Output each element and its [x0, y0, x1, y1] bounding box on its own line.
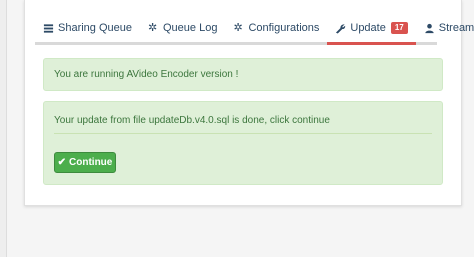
- tasks-icon: [43, 23, 54, 33]
- cog-icon: ✲: [148, 21, 158, 34]
- tab-configurations[interactable]: ✲ Configurations: [225, 14, 327, 42]
- cog-icon: ✲: [233, 21, 243, 34]
- continue-button-label: Continue: [69, 157, 113, 168]
- tab-label: Queue Log: [163, 22, 218, 34]
- wrench-icon: [336, 23, 346, 34]
- tab-bar: Sharing Queue ✲ Queue Log ✲ Configuratio…: [35, 14, 474, 45]
- version-alert: You are running AVideo Encoder version !: [43, 58, 443, 91]
- tab-label: Update: [350, 22, 386, 34]
- page: Sharing Queue ✲ Queue Log ✲ Configuratio…: [0, 0, 474, 257]
- update-alert-text: Your update from file updateDb.v4.0.sql …: [54, 115, 330, 126]
- update-alert: Your update from file updateDb.v4.0.sql …: [43, 101, 443, 185]
- continue-button[interactable]: ✔ Continue: [54, 152, 116, 173]
- tab-label: Configurations: [248, 22, 320, 34]
- tab-label: Sharing Queue: [58, 22, 132, 34]
- main-panel: Sharing Queue ✲ Queue Log ✲ Configuratio…: [24, 0, 474, 206]
- sidebar-edge: [0, 0, 7, 257]
- tab-update[interactable]: Update 17: [327, 14, 417, 45]
- tab-label: Streamers: [438, 22, 474, 34]
- user-icon: [425, 23, 434, 33]
- divider: [54, 133, 432, 134]
- tab-queue-log[interactable]: ✲ Queue Log: [140, 14, 225, 42]
- tab-sharing-queue[interactable]: Sharing Queue: [35, 14, 140, 42]
- version-alert-text: You are running AVideo Encoder version !: [54, 69, 239, 80]
- check-icon: ✔: [57, 157, 67, 168]
- update-count-badge: 17: [390, 22, 408, 34]
- tab-streamers[interactable]: Streamers: [416, 14, 474, 42]
